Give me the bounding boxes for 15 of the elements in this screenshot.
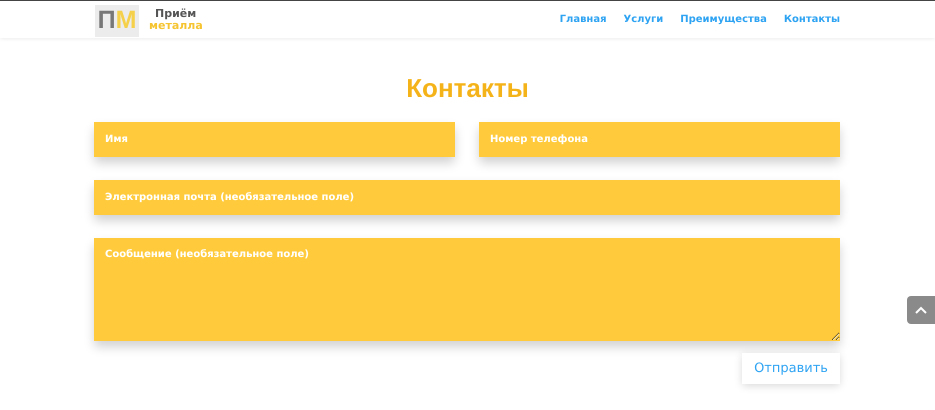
page-heading: Контакты bbox=[405, 72, 530, 105]
name-field[interactable]: Имя bbox=[94, 122, 455, 157]
chevron-up-icon bbox=[915, 306, 927, 314]
logo-icon[interactable]: ПМ bbox=[95, 4, 139, 36]
logo-title: Приём bbox=[155, 8, 198, 20]
nav-link[interactable]: Главная bbox=[560, 14, 606, 25]
nav-link[interactable]: Преимущества bbox=[680, 14, 767, 25]
message-field[interactable]: Сообщение (необязательное поле) bbox=[94, 238, 840, 341]
nav-link[interactable]: Услуги bbox=[624, 14, 664, 25]
submit-button[interactable]: Отправить bbox=[742, 353, 840, 384]
nav-link[interactable]: Контакты bbox=[784, 14, 840, 25]
email-field[interactable]: Электронная почта (необязательное поле) bbox=[94, 180, 840, 215]
logo-subtitle: металла bbox=[149, 20, 203, 32]
scroll-top-button[interactable] bbox=[907, 296, 935, 324]
phone-field[interactable]: Номер телефона bbox=[479, 122, 840, 157]
